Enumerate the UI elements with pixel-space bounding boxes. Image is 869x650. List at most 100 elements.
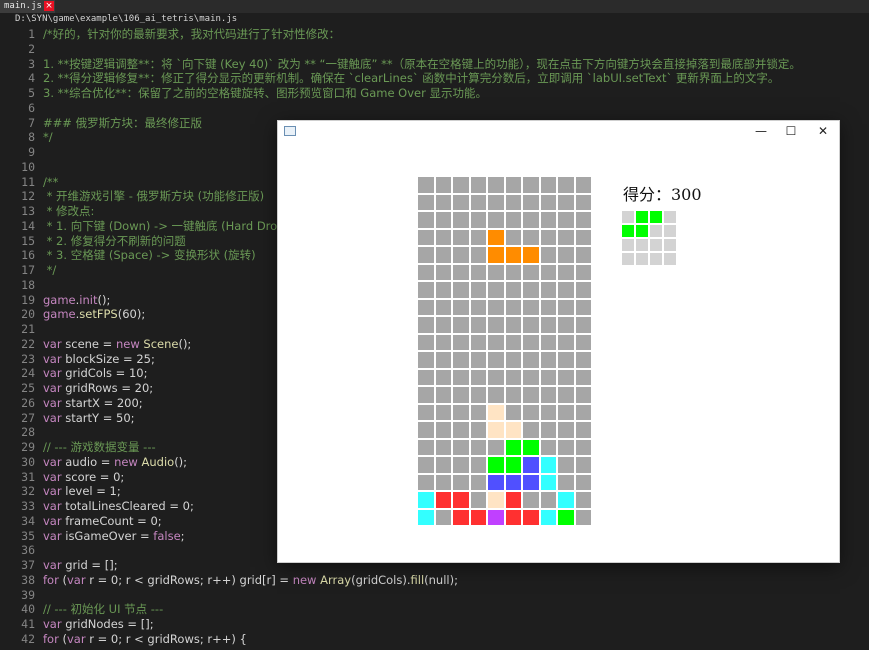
code-line[interactable]: 2 (0, 42, 869, 57)
line-number: 32 (21, 484, 35, 499)
maximize-button[interactable]: ☐ (779, 123, 803, 139)
board-cell-empty (574, 473, 592, 491)
board-cell-empty (417, 368, 435, 386)
code-text: game.init(); (43, 293, 110, 308)
board-cell-empty (574, 438, 592, 456)
code-text: * 2. 修复得分不刷新的问题 (43, 234, 186, 249)
code-token: var (43, 528, 62, 543)
board-cell-empty (522, 263, 540, 281)
board-cell-empty (469, 473, 487, 491)
board-cell-empty (487, 281, 505, 299)
line-number: 39 (21, 587, 35, 602)
code-token: gridNodes = []; (61, 617, 154, 631)
code-line[interactable]: 6 (0, 101, 869, 116)
board-cell-empty (417, 211, 435, 229)
game-window[interactable]: — ☐ ✕ 得分：300 (277, 120, 840, 563)
board-cell-empty (417, 246, 435, 264)
board-cell-empty (452, 246, 470, 264)
board-cell-block (504, 421, 522, 439)
code-token: 1. **按键逻辑调整**：将 `向下键 (Key 40)` 改为 ** “一键… (43, 56, 801, 71)
board-cell-empty (487, 368, 505, 386)
board-cell-empty (487, 263, 505, 281)
code-text: 3. **综合优化**：保留了之前的空格键旋转、图形预览窗口和 Game Ove… (43, 86, 487, 101)
code-token: var (43, 484, 62, 499)
file-path: D:\SYN\game\example\106_ai_tetris\main.j… (15, 14, 238, 24)
board-cell-block (504, 491, 522, 509)
board-cell-empty (522, 193, 540, 211)
board-cell-empty (434, 333, 452, 351)
minimize-button[interactable]: — (749, 123, 773, 139)
line-number: 15 (21, 233, 35, 248)
line-number: 28 (21, 425, 35, 440)
code-line[interactable]: 3 1. **按键逻辑调整**：将 `向下键 (Key 40)` 改为 ** “一… (0, 57, 869, 72)
board-cell-empty (539, 281, 557, 299)
line-number: 34 (21, 513, 35, 528)
line-number: 22 (21, 336, 35, 351)
board-cell-empty (539, 333, 557, 351)
board-cell-empty (539, 263, 557, 281)
code-line[interactable]: 41 var gridNodes = []; (0, 617, 869, 632)
board-cell-empty (557, 368, 575, 386)
code-line[interactable]: 4 2. **得分逻辑修复**：修正了得分显示的更新机制。确保在 `clearLi… (0, 71, 869, 86)
board-cell-block (487, 473, 505, 491)
preview-cell-empty (649, 252, 663, 266)
close-window-button[interactable]: ✕ (811, 123, 835, 139)
code-text: * 修改点: (43, 204, 95, 219)
line-number: 37 (21, 558, 35, 572)
board-cell-block (487, 228, 505, 246)
code-text: var gridNodes = []; (43, 617, 154, 632)
code-text: var scene = new Scene(); (43, 337, 191, 352)
board-cell-block (487, 403, 505, 421)
code-line[interactable]: 5 3. **综合优化**：保留了之前的空格键旋转、图形预览窗口和 Game Ov… (0, 86, 869, 101)
board-cell-empty (557, 211, 575, 229)
line-number: 21 (21, 322, 35, 336)
code-token: ### 俄罗斯方块：最终修正版 (43, 115, 203, 130)
close-tab-icon[interactable]: × (44, 1, 54, 11)
code-token: /*好的，针对你的最新要求，我对代码进行了针对性修改： (43, 27, 341, 41)
code-token: var (43, 454, 62, 469)
code-token: frameCount = 0; (61, 513, 162, 528)
code-token: init (79, 292, 98, 307)
code-token: for (43, 572, 59, 587)
board-cell-empty (539, 193, 557, 211)
board-cell-empty (417, 456, 435, 474)
window-titlebar[interactable]: — ☐ ✕ (278, 121, 839, 141)
preview-cell-empty (621, 238, 635, 252)
code-line[interactable]: 42 for (var r = 0; r < gridRows; r++) { (0, 632, 869, 647)
code-token: game (43, 292, 76, 307)
preview-cell-empty (649, 224, 663, 238)
board-cell-empty (522, 228, 540, 246)
board-cell-empty (434, 351, 452, 369)
preview-cell-empty (663, 210, 677, 224)
preview-cell-block (635, 224, 649, 238)
preview-cell-empty (635, 238, 649, 252)
board-cell-block (504, 456, 522, 474)
code-line[interactable]: 40 // --- 初始化 UI 节点 --- (0, 602, 869, 617)
code-line[interactable]: 38 for (var r = 0; r < gridRows; r++) gri… (0, 573, 869, 588)
code-text: /*好的，针对你的最新要求，我对代码进行了针对性修改： (43, 27, 340, 42)
code-line[interactable]: 39 (0, 588, 869, 603)
code-text: * 3. 空格键 (Space) -> 变换形状 (旋转) (43, 248, 256, 263)
board-cell-empty (417, 386, 435, 404)
line-number: 36 (21, 543, 35, 558)
code-token: startY = 50; (61, 410, 135, 425)
code-token: */ (43, 263, 57, 277)
code-token: new (115, 336, 140, 351)
board-cell-empty (504, 298, 522, 316)
board-cell-empty (522, 351, 540, 369)
board-cell-empty (469, 298, 487, 316)
board-cell-empty (469, 316, 487, 334)
code-token: // --- 游戏数据变量 --- (43, 440, 156, 454)
board-cell-empty (417, 351, 435, 369)
tab-main-js[interactable]: main.js × (0, 0, 55, 13)
board-cell-empty (557, 351, 575, 369)
board-cell-empty (504, 211, 522, 229)
board-cell-block (504, 246, 522, 264)
board-cell-empty (504, 263, 522, 281)
code-line[interactable]: 1 /*好的，针对你的最新要求，我对代码进行了针对性修改： (0, 27, 869, 42)
board-cell-empty (434, 386, 452, 404)
next-piece-preview (621, 210, 677, 266)
code-token: (); (97, 292, 111, 307)
code-text: * 1. 向下键 (Down) -> 一键触底 (Hard Drop) (43, 219, 289, 234)
line-number: 16 (21, 248, 35, 263)
